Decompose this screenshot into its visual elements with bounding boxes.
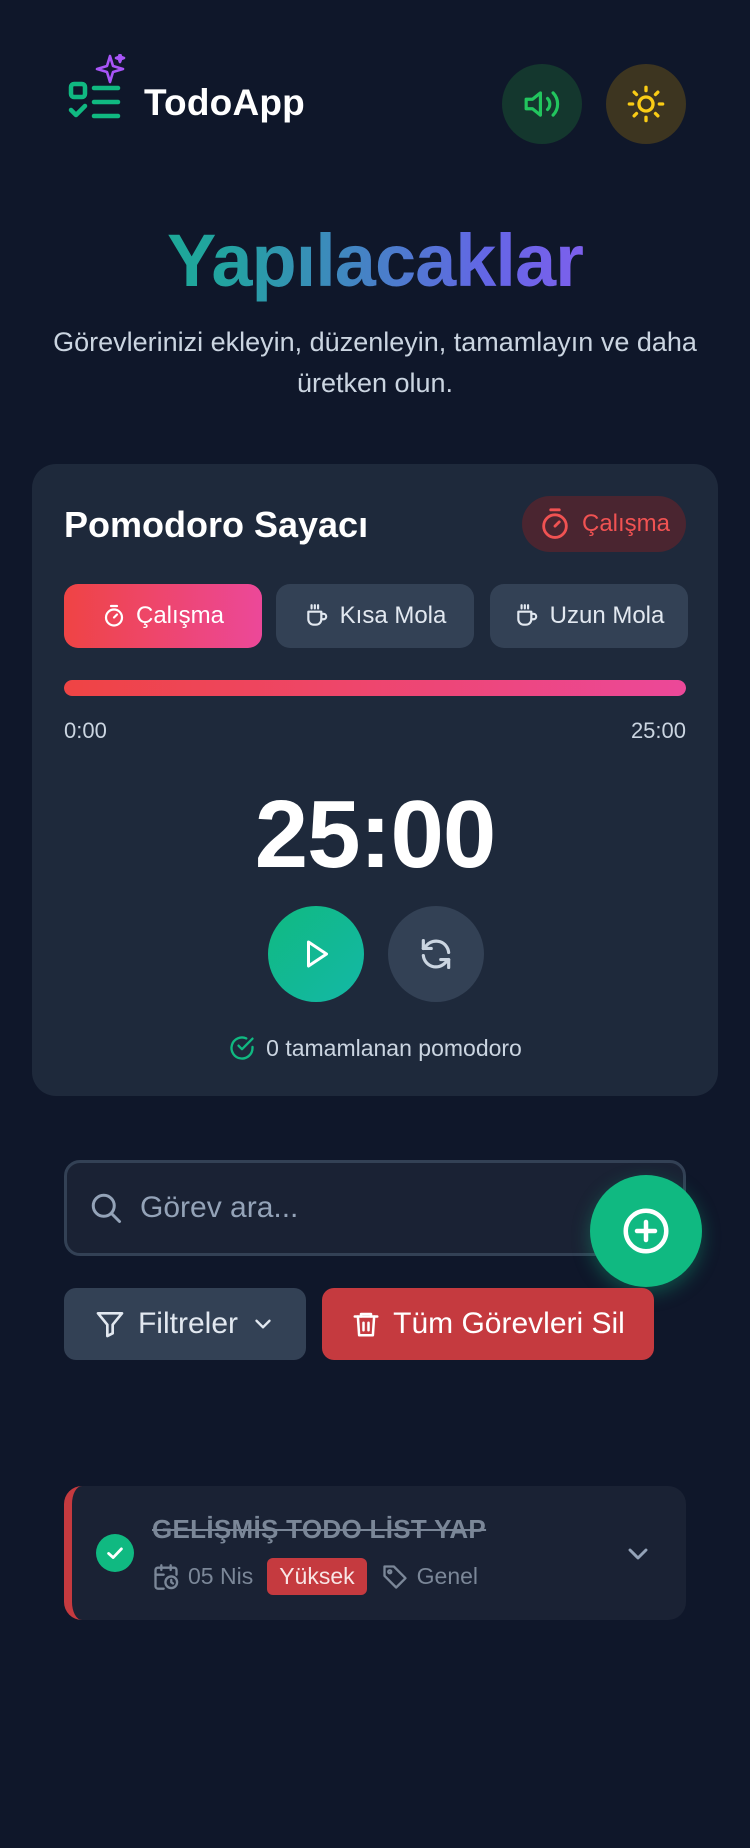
priority-badge: Yüksek (267, 1558, 367, 1595)
todo-date-label: 05 Nis (188, 1563, 254, 1589)
app-brand: TodoApp (144, 82, 305, 123)
coffee-icon (306, 604, 327, 626)
todo-complete-checkbox[interactable] (96, 1534, 134, 1572)
trash-icon (353, 1312, 379, 1337)
tab-short-break[interactable]: Kısa Mola (276, 584, 474, 648)
chevron-down-icon (255, 1319, 271, 1329)
completed-pomodoros-text: 0 tamamlanan pomodoro (266, 1034, 522, 1061)
todo-item[interactable] (64, 1486, 686, 1620)
app-logo (66, 52, 126, 126)
sun-icon (627, 85, 665, 123)
calendar-clock-icon (154, 1563, 179, 1590)
filters-label: Filtreler (137, 1307, 238, 1340)
check-circle-icon (230, 1036, 254, 1060)
plus-circle-icon (623, 1208, 669, 1254)
filter-icon (96, 1312, 124, 1338)
pomodoro-title: Pomodoro Sayacı (64, 504, 369, 545)
todo-category-label: Genel (416, 1563, 479, 1589)
tag-icon (382, 1564, 407, 1589)
todo-meta: 05 Nis Yüksek Genel (152, 1558, 478, 1595)
add-task-button[interactable] (590, 1175, 702, 1287)
tab-short-break-label: Kısa Mola (339, 602, 447, 629)
play-icon (307, 940, 328, 968)
sound-toggle-button[interactable] (502, 64, 582, 144)
delete-all-button[interactable]: Tüm Görevleri Sil (322, 1288, 654, 1360)
tab-work[interactable]: Çalışma (64, 584, 262, 648)
refresh-icon (421, 938, 451, 970)
page-title: Yapılacaklar (0, 218, 750, 303)
reset-button[interactable] (388, 906, 484, 1002)
progress-fill (64, 680, 686, 696)
completed-pomodoros: 0 tamamlanan pomodoro (0, 1034, 750, 1062)
countdown-timer: 25:00 (254, 781, 497, 888)
delete-all-label: Tüm Görevleri Sil (393, 1307, 625, 1340)
expand-chevron-icon[interactable] (622, 1538, 654, 1570)
search-icon (91, 1193, 121, 1223)
todo-date: 05 Nis (152, 1563, 253, 1591)
sparkle-icon (95, 52, 126, 84)
mode-badge-label: Çalışma (581, 510, 671, 537)
coffee-icon (516, 604, 537, 626)
theme-toggle-button[interactable] (606, 64, 686, 144)
time-start: 0:00 (64, 718, 107, 743)
speaker-icon (524, 91, 560, 117)
search-input[interactable] (140, 1178, 580, 1238)
tab-long-break-label: Uzun Mola (549, 602, 665, 629)
start-button[interactable] (268, 906, 364, 1002)
time-end: 25:00 (630, 718, 686, 743)
check-icon (107, 1547, 123, 1559)
pomodoro-progress-bar (64, 680, 686, 696)
tab-long-break[interactable]: Uzun Mola (490, 584, 688, 648)
filters-button[interactable]: Filtreler (64, 1288, 306, 1360)
todo-title: GELİŞMİŞ TODO LİST YAP (152, 1514, 487, 1544)
mode-badge: Çalışma (522, 496, 686, 552)
todo-category: Genel (381, 1563, 478, 1591)
timer-icon (542, 508, 568, 539)
timer-icon (104, 604, 124, 627)
page-subtitle: Görevlerinizi ekleyin, düzenleyin, tamam… (53, 327, 697, 398)
tab-work-label: Çalışma (135, 602, 225, 629)
